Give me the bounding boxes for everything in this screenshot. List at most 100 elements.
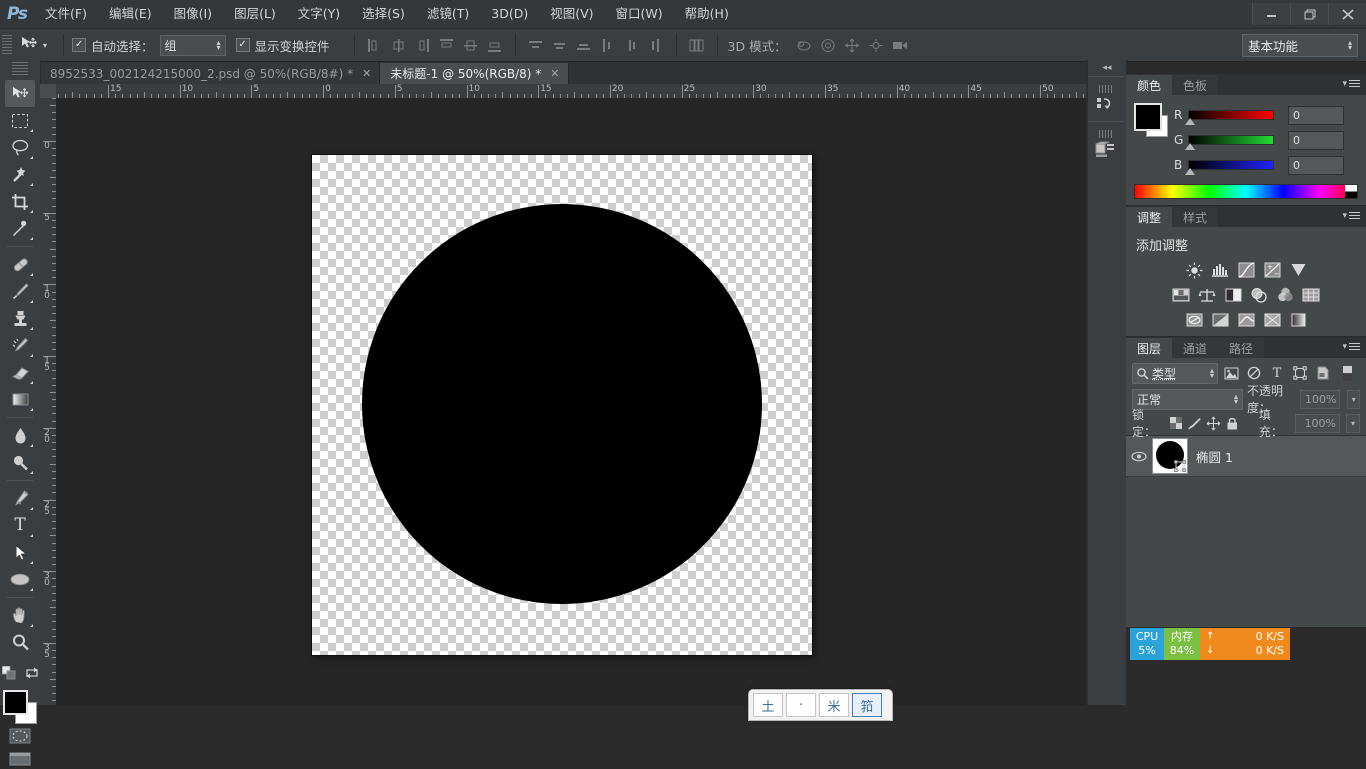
options-bar-grip[interactable] [2,35,12,55]
fill-dropdown-icon[interactable]: ▾ [1346,414,1360,433]
layer-visibility-toggle[interactable] [1126,451,1152,462]
vibrance-icon[interactable] [1287,260,1309,280]
layers-panel-menu-icon[interactable]: ▾ [1342,341,1360,352]
crop-tool[interactable] [5,188,35,215]
curves-icon[interactable] [1235,260,1257,280]
show-transform-checkbox[interactable]: ✓ [236,38,250,52]
color-balance-icon[interactable] [1196,285,1218,305]
align-horizontal-centers-icon[interactable] [388,34,410,56]
hue-saturation-icon[interactable] [1170,285,1192,305]
canvas[interactable] [312,155,812,655]
brush-tool[interactable] [5,278,35,305]
system-monitor-widget[interactable]: CPU 5% 内存 84% ↑ 0 K/S ↓ 0 K/S [1130,628,1290,660]
black-white-icon[interactable] [1222,285,1244,305]
screen-mode-toggle[interactable] [9,752,31,769]
current-tool-preview[interactable]: ▾ [16,33,51,57]
path-selection-tool[interactable] [5,539,35,566]
menu-type[interactable]: 文字(Y) [287,0,351,28]
auto-align-layers-icon[interactable] [686,34,708,56]
lock-position-icon[interactable] [1206,415,1222,432]
slider-thumb-g[interactable] [1185,143,1195,150]
gradient-tool[interactable] [5,386,35,413]
exposure-icon[interactable]: + − [1261,260,1283,280]
hand-tool[interactable] [5,602,35,629]
ime-key-4[interactable]: 筘 [852,693,882,717]
quick-mask-toggle[interactable] [9,728,31,747]
menu-window[interactable]: 窗口(W) [605,0,674,28]
opacity-value[interactable]: 100% [1300,390,1341,409]
eraser-tool[interactable] [5,359,35,386]
vertical-ruler[interactable]: 05101520253035 [40,98,57,705]
brightness-contrast-icon[interactable] [1183,260,1205,280]
align-bottom-edges-icon[interactable] [484,34,506,56]
tab-color[interactable]: 颜色 [1126,75,1172,95]
ime-key-1[interactable]: 土 [753,693,783,717]
color-panel-menu-icon[interactable]: ▾ [1342,78,1360,89]
menu-3d[interactable]: 3D(D) [480,0,539,28]
healing-brush-tool[interactable] [5,251,35,278]
menu-image[interactable]: 图像(I) [163,0,223,28]
document-tab-psd-close-icon[interactable]: ✕ [362,67,371,80]
slider-track-r[interactable] [1188,110,1274,120]
pixel-filter-icon[interactable] [1221,363,1241,383]
document-tab-untitled[interactable]: 未标题-1 @ 50%(RGB/8) * ✕ [380,63,568,84]
expand-panels-icon[interactable]: ◂◂ [1088,60,1126,76]
pen-tool[interactable] [5,485,35,512]
layer-filter-toggle[interactable] [1337,363,1357,383]
slider-thumb-r[interactable] [1185,118,1195,125]
eyedropper-tool[interactable] [5,215,35,242]
move-tool[interactable] [5,80,35,107]
shape-filter-icon[interactable] [1290,363,1310,383]
table-row[interactable]: 椭圆 1 [1126,436,1366,477]
align-top-edges-icon[interactable] [436,34,458,56]
menu-help[interactable]: 帮助(H) [674,0,740,28]
auto-select-dropdown[interactable]: 组 ▴ ▾ [160,35,226,56]
spectrum-black-white-swatch[interactable] [1345,185,1357,198]
lock-transparency-icon[interactable] [1168,415,1184,432]
distribute-bottom-edges-icon[interactable] [573,34,595,56]
ellipse-shape-tool[interactable] [5,566,35,593]
tab-channels[interactable]: 通道 [1172,338,1218,358]
color-lookup-icon[interactable] [1300,285,1322,305]
layer-filter-type-dropdown[interactable]: 类型 ▴ ▾ [1132,363,1218,384]
type-tool[interactable]: T [5,512,35,539]
swap-colors-icon[interactable] [25,666,39,683]
document-tab-psd[interactable]: 8952533_002124215000_2.psd @ 50%(RGB/8#)… [40,63,380,84]
three-d-slide-icon[interactable] [865,34,889,56]
ellipse-shape-layer-content[interactable] [362,204,762,604]
auto-select-checkbox[interactable]: ✓ [72,38,86,52]
dodge-tool[interactable] [5,449,35,476]
threshold-icon[interactable] [1235,310,1257,330]
slider-value-b[interactable]: 0 [1288,156,1344,175]
distribute-right-edges-icon[interactable] [645,34,667,56]
distribute-top-edges-icon[interactable] [525,34,547,56]
magic-wand-tool[interactable] [5,161,35,188]
photo-filter-icon[interactable] [1248,285,1270,305]
workspace-switcher[interactable]: 基本功能 ▴ ▾ [1242,34,1358,57]
default-colors-icon[interactable] [2,666,16,683]
posterize-icon[interactable] [1209,310,1231,330]
tab-styles[interactable]: 样式 [1172,207,1218,227]
menu-file[interactable]: 文件(F) [34,0,98,28]
distribute-vertical-centers-icon[interactable] [549,34,571,56]
tool-preset-chevron-icon[interactable]: ▾ [43,41,47,50]
align-left-edges-icon[interactable] [364,34,386,56]
document-tab-untitled-close-icon[interactable]: ✕ [550,67,559,80]
lock-all-icon[interactable] [1224,415,1240,432]
marquee-tool[interactable] [5,107,35,134]
fill-value[interactable]: 100% [1295,414,1340,433]
selective-color-icon[interactable] [1287,310,1309,330]
tools-panel-grip[interactable] [12,62,28,76]
tab-swatches[interactable]: 色板 [1172,75,1218,95]
ruler-corner[interactable] [40,84,57,99]
channel-mixer-icon[interactable] [1274,285,1296,305]
color-spectrum-bar[interactable] [1134,184,1358,199]
tab-layers[interactable]: 图层 [1126,338,1172,358]
distribute-horizontal-centers-icon[interactable] [621,34,643,56]
close-button[interactable] [1328,3,1366,25]
type-filter-icon[interactable]: T [1267,363,1287,383]
slider-value-r[interactable]: 0 [1288,106,1344,125]
three-d-camera-icon[interactable] [889,34,913,56]
minimize-button[interactable] [1252,3,1290,25]
lasso-tool[interactable] [5,134,35,161]
